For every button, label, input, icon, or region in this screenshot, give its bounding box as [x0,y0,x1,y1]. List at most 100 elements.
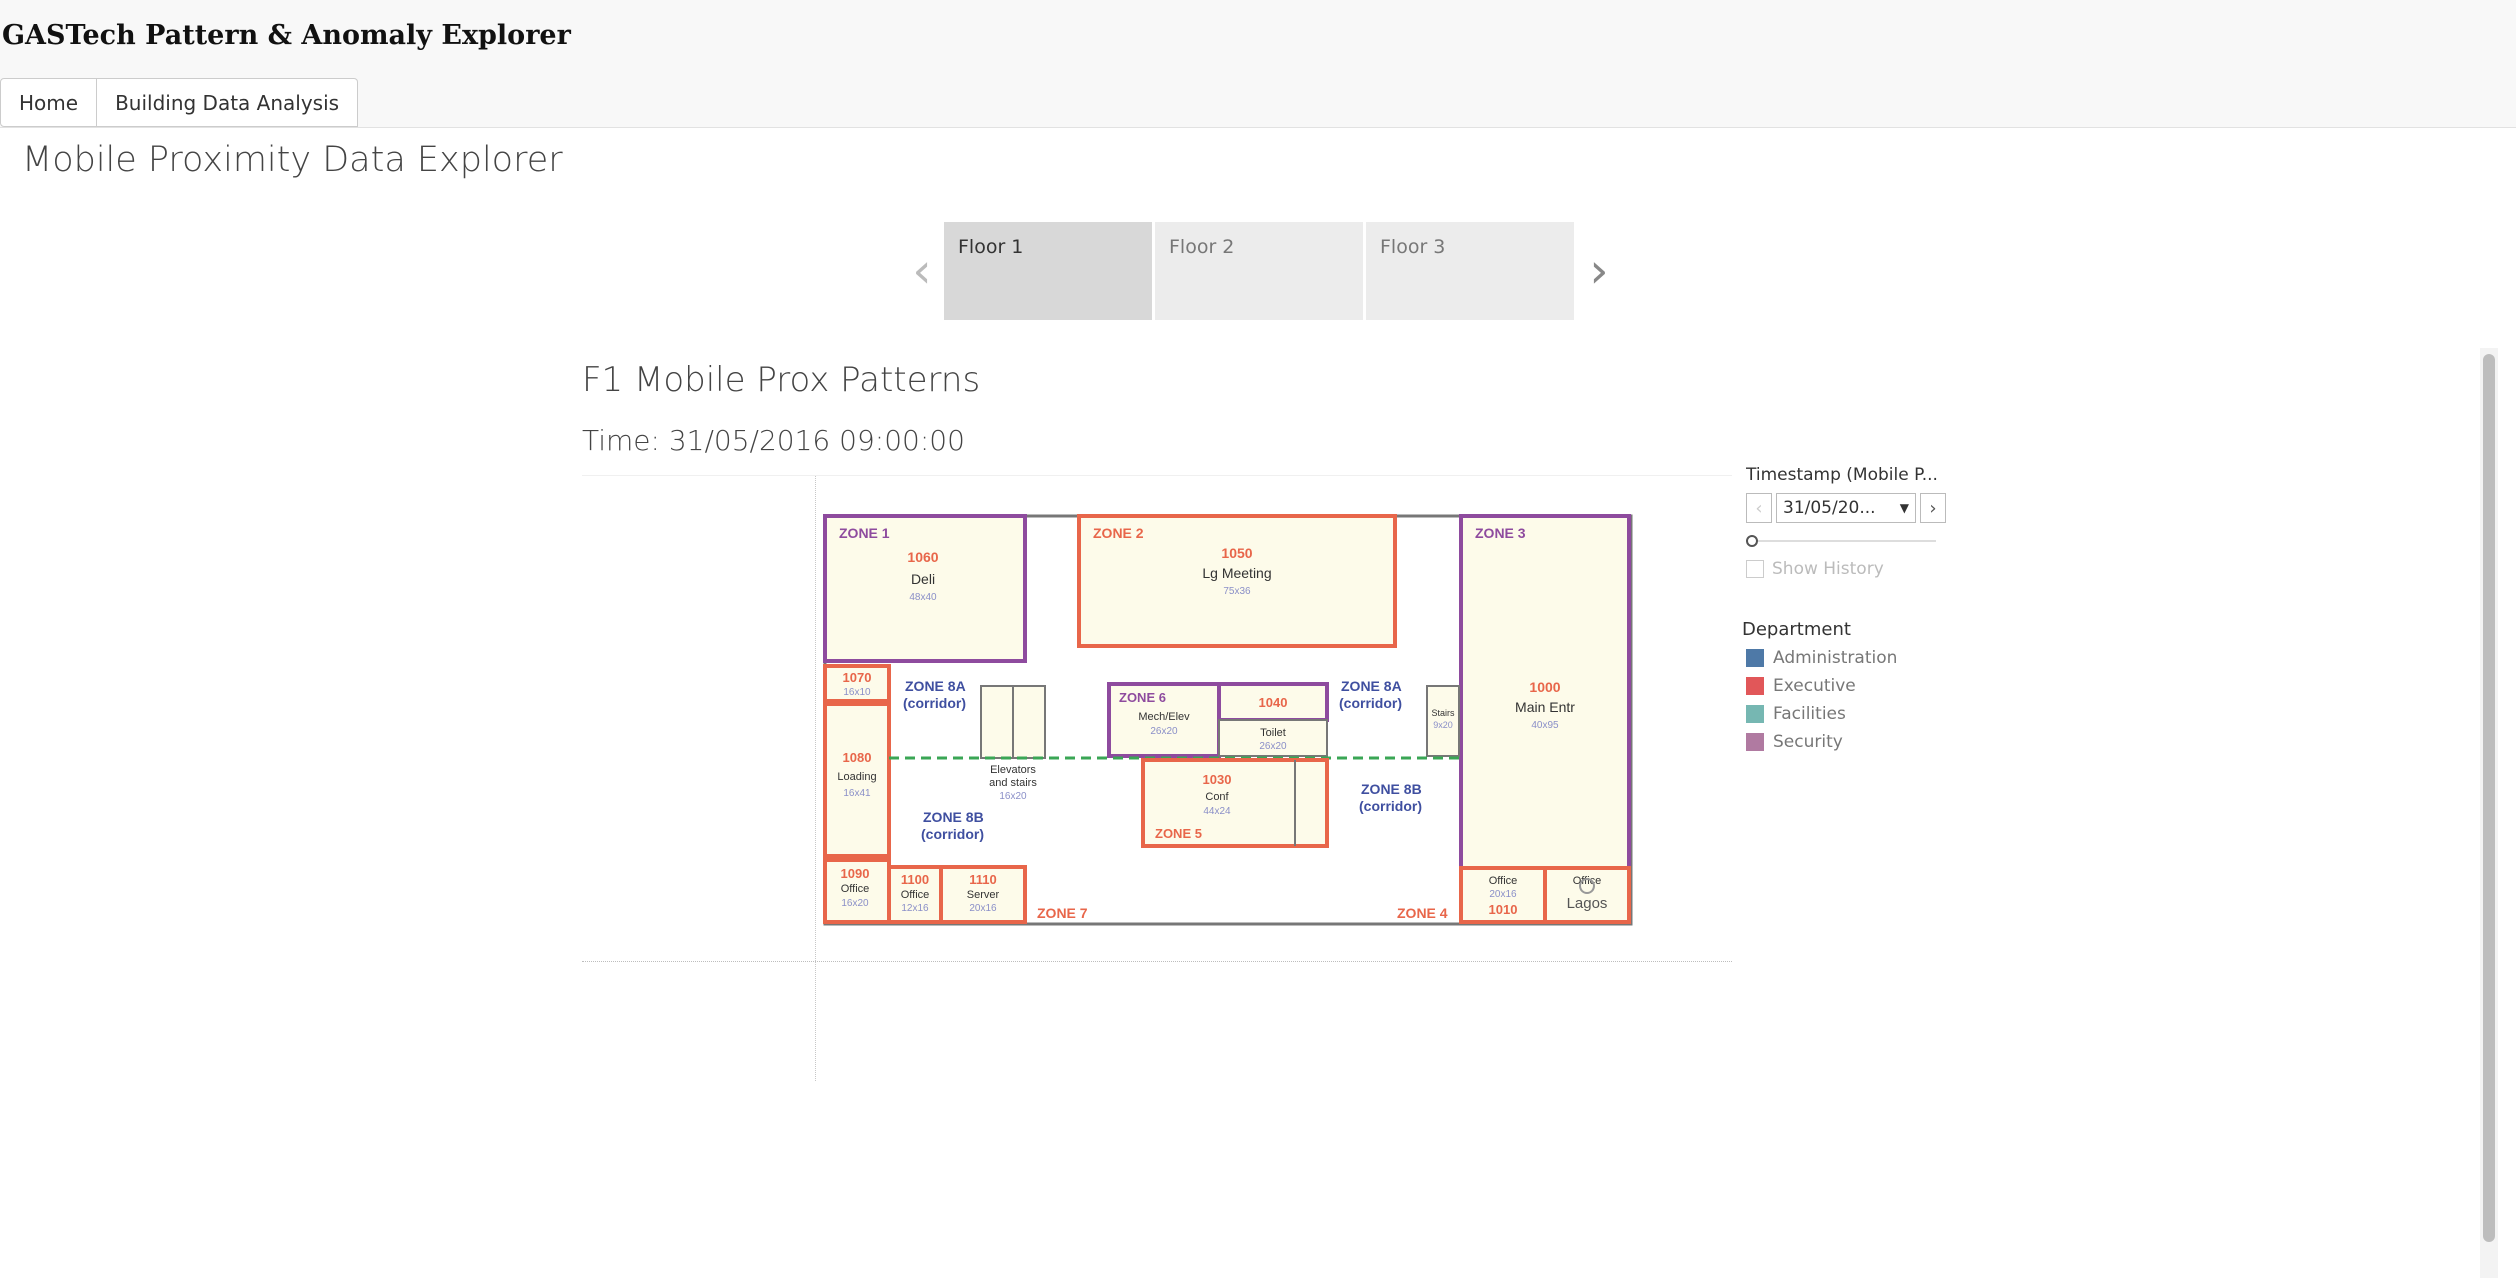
room-1070-dim: 16x10 [843,687,871,698]
room-1010-dim: 20x16 [1489,889,1517,900]
floor-tab-3[interactable]: Floor 3 [1366,222,1574,320]
toilet-dim: 26x20 [1259,741,1287,752]
room-1110-name: Server [967,889,1000,901]
zone-8a-label: ZONE 8A [905,678,966,694]
room-1070-number: 1070 [843,670,872,685]
zone-8b-corridor: (corridor) [921,826,984,842]
show-history: Show History [1746,559,1996,579]
zone-8a2-label: ZONE 8A [1341,678,1402,694]
room-1060-number: 1060 [907,549,938,565]
legend-title: Department [1742,619,1851,640]
legend-swatch [1746,649,1764,667]
room-1050-name: Lg Meeting [1202,565,1271,581]
vertical-scrollbar[interactable] [2480,348,2498,1278]
timestamp-prev-button[interactable]: ‹ [1746,493,1772,523]
employee-marker-label: Lagos [1567,895,1608,912]
room-1080-number: 1080 [843,750,872,765]
nav-tab-building-data-analysis[interactable]: Building Data Analysis [97,78,359,127]
elevators-dim: 16x20 [999,791,1027,802]
room-1060-name: Deli [911,571,935,587]
viz-title: F1 Mobile Prox Patterns [582,360,981,400]
timestamp-label: Timestamp (Mobile P... [1746,465,1938,485]
legend-item-facilities[interactable]: Facilities [1746,704,1996,724]
timestamp-value: 31/05/20... [1783,498,1876,518]
plot-axis-horizontal [582,961,1732,962]
mech-elev-dim: 26x20 [1150,726,1178,737]
show-history-label: Show History [1772,559,1884,579]
room-1090-number: 1090 [841,866,870,881]
legend-label: Security [1773,732,1843,752]
room-1000-name: Main Entr [1515,699,1575,715]
zone-5-label: ZONE 5 [1155,826,1202,841]
floor-plan: ZONE 1 1060 Deli 48x40 ZONE 2 1050 Lg Me… [823,514,1633,934]
plot-axis-vertical [815,476,816,1081]
legend-label: Administration [1773,648,1898,668]
app-header: GASTech Pattern & Anomaly Explorer Home … [0,0,2516,128]
room-1090-name: Office [841,883,870,895]
zone-7-label: ZONE 7 [1037,905,1088,921]
nav-tabs: Home Building Data Analysis [0,78,359,127]
floor-tab-1[interactable]: Floor 1 [944,222,1152,320]
legend-swatch [1746,705,1764,723]
timestamp-next-button[interactable]: › [1920,493,1946,523]
slider-track [1752,540,1936,542]
plot-area[interactable]: ZONE 1 1060 Deli 48x40 ZONE 2 1050 Lg Me… [582,475,1732,1081]
room-1010-number: 1010 [1489,902,1518,917]
room-1080-name: Loading [837,771,876,783]
slider-thumb[interactable] [1746,535,1758,547]
timestamp-select[interactable]: 31/05/20... ▼ [1776,493,1916,523]
zone-2-label: ZONE 2 [1093,525,1144,541]
legend-item-administration[interactable]: Administration [1746,648,1996,668]
department-legend: Department Administration Executive Faci… [1742,619,1996,752]
next-floor-arrow-icon[interactable]: › [1577,223,1621,319]
chevron-down-icon: ▼ [1899,501,1909,515]
zone-8b-label: ZONE 8B [923,809,984,825]
legend-item-security[interactable]: Security [1746,732,1996,752]
elevators-label: Elevators [990,764,1036,776]
room-1000-number: 1000 [1529,679,1560,695]
zone-8b2-corridor: (corridor) [1359,798,1422,814]
room-1060-dim: 48x40 [909,592,937,603]
floor-tab-2[interactable]: Floor 2 [1155,222,1363,320]
controls-panel: Timestamp (Mobile P... ‹ 31/05/20... ▼ ›… [1742,465,1996,752]
timestamp-slider[interactable] [1746,533,1936,549]
app-title: GASTech Pattern & Anomaly Explorer [2,20,571,51]
nav-tab-home[interactable]: Home [0,78,98,127]
room-1030-name: Conf [1205,791,1229,803]
room-1080-dim: 16x41 [843,788,871,799]
legend-swatch [1746,733,1764,751]
zone-8a2-corridor: (corridor) [1339,695,1402,711]
dashboard: F1 Mobile Prox Patterns Time: 31/05/2016… [582,350,2482,1150]
zone-8a-corridor: (corridor) [903,695,966,711]
stairs-name: Stairs [1431,708,1455,718]
zone-3-label: ZONE 3 [1475,525,1526,541]
stairs-dim: 9x20 [1433,720,1453,730]
office-right-name: Office [1573,875,1602,887]
room-1010-name: Office [1489,875,1518,887]
room-1000-dim: 40x95 [1531,720,1559,731]
scrollbar-thumb[interactable] [2483,354,2495,1242]
room-1100-dim: 12x16 [901,903,929,914]
room-1110-dim: 20x16 [969,903,997,914]
room-1050-dim: 75x36 [1223,586,1251,597]
zone-4-label: ZONE 4 [1397,905,1448,921]
show-history-checkbox[interactable] [1746,560,1764,578]
zone-1-label: ZONE 1 [839,525,890,541]
room-1110-number: 1110 [969,872,997,887]
elevators-label-2: and stairs [989,777,1037,789]
prev-floor-arrow-icon[interactable]: ‹ [900,223,944,319]
room-1050-number: 1050 [1221,545,1252,561]
mech-elev-name: Mech/Elev [1138,711,1190,723]
viz-subtitle: Time: 31/05/2016 09:00:00 [582,424,965,457]
legend-label: Executive [1773,676,1856,696]
legend-item-executive[interactable]: Executive [1746,676,1996,696]
room-1030-number: 1030 [1203,772,1232,787]
floor-nav: ‹ Floor 1 Floor 2 Floor 3 › [900,222,1621,320]
page-title: Mobile Proximity Data Explorer [22,140,563,180]
legend-label: Facilities [1773,704,1846,724]
legend-swatch [1746,677,1764,695]
room-1100-number: 1100 [901,872,929,887]
room-1090-dim: 16x20 [841,898,869,909]
zone-8b2-label: ZONE 8B [1361,781,1422,797]
zone-6-label: ZONE 6 [1119,690,1166,705]
